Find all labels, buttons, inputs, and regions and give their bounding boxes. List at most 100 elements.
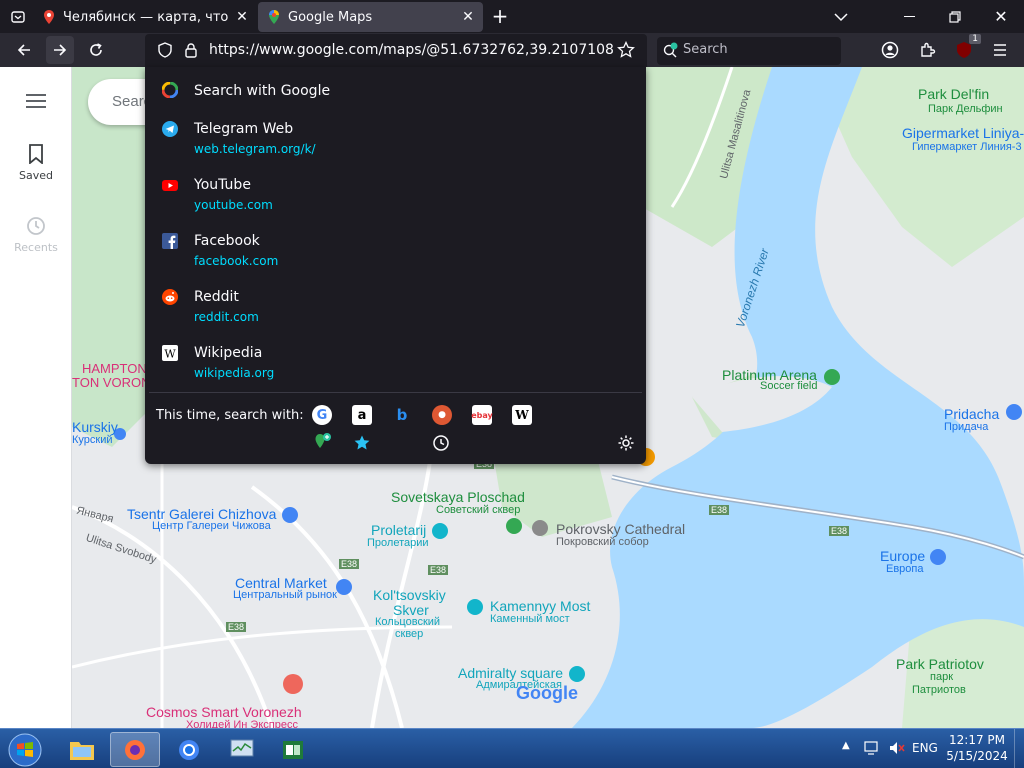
gear-icon [618, 435, 634, 451]
bing-icon: b [396, 406, 408, 424]
url-suggestions-dropdown: Search with Google Telegram Web web.tele… [145, 67, 646, 464]
tab-list-button[interactable] [4, 2, 32, 30]
map-label-hampton[interactable]: HAMPTON [82, 361, 147, 376]
youtube-icon [162, 180, 178, 191]
maps-side-rail: Saved Recents [0, 67, 72, 728]
map-label-cosmos[interactable]: Cosmos Smart Voronezh [146, 704, 302, 720]
hamburger-icon [994, 44, 1006, 56]
engine-ebay-button[interactable]: ebay [471, 405, 493, 425]
volume-muted-icon[interactable] [888, 740, 906, 756]
network-icon[interactable] [864, 740, 882, 756]
map-label-park-patriotov-ru: парк [930, 671, 954, 683]
telegram-icon [162, 121, 178, 137]
lock-icon[interactable] [184, 42, 198, 58]
engine-duckduckgo-button[interactable]: ● [432, 405, 452, 425]
windows-taskbar: ▲ ENG 12:17 PM 5/15/2024 [0, 728, 1024, 768]
search-placeholder: Search [683, 42, 728, 57]
map-label-proletarij[interactable]: Proletarij [371, 522, 426, 538]
search-settings-button[interactable] [616, 433, 636, 453]
maps-menu-button[interactable] [0, 93, 72, 112]
web-search-box[interactable]: Search [657, 37, 841, 65]
suggestion-url: reddit.com [194, 310, 259, 324]
suggestion-url: facebook.com [194, 254, 279, 268]
road-shield-e38: E38 [709, 505, 730, 515]
hamburger-icon [26, 94, 46, 108]
arrow-left-icon [17, 44, 30, 56]
url-input[interactable]: https://www.google.com/maps/@51.6732762,… [209, 42, 615, 58]
engine-amazon-button[interactable]: a [352, 405, 372, 425]
menu-button[interactable] [986, 36, 1014, 64]
map-label-park-patriotov[interactable]: Park Patriotov [896, 656, 984, 672]
url-bar[interactable]: https://www.google.com/maps/@51.6732762,… [145, 34, 647, 67]
clock-time: 12:17 PM [949, 733, 1005, 747]
suggestion-search-with-google[interactable]: Search with Google [145, 67, 646, 113]
recents-button[interactable]: Recents [0, 216, 72, 254]
map-label-park-patriotov-ru-2: Патриотов [912, 684, 966, 696]
suggestion-telegram[interactable]: Telegram Web web.telegram.org/k/ [145, 113, 646, 169]
suggestion-facebook[interactable]: Facebook facebook.com [145, 225, 646, 281]
map-label-sovetskaya[interactable]: Sovetskaya Ploschad [391, 489, 525, 505]
chevron-down-icon [834, 12, 848, 21]
restore-button[interactable] [932, 0, 978, 33]
minimize-button[interactable] [886, 0, 932, 33]
shield-icon[interactable] [157, 42, 173, 58]
tab-google-maps[interactable]: Google Maps ✕ [258, 2, 483, 32]
start-button[interactable] [0, 732, 50, 767]
suggestion-reddit[interactable]: Reddit reddit.com [145, 281, 646, 337]
history-icon [433, 435, 449, 451]
suggestion-wikipedia[interactable]: W Wikipedia wikipedia.org [145, 337, 646, 393]
google-icon: G [316, 407, 328, 423]
tab-close-button[interactable]: ✕ [459, 8, 477, 26]
show-desktop-button[interactable] [1014, 729, 1024, 768]
wikipedia-icon: W [162, 345, 178, 361]
search-history-button[interactable] [431, 433, 451, 453]
map-label-kamennyy[interactable]: Kamennyy Most [490, 598, 590, 614]
taskbar-explorer[interactable] [57, 732, 107, 767]
map-label-pridacha-ru: Придача [944, 421, 989, 433]
google-logo: Google [516, 683, 578, 703]
map-label-koltsovsky[interactable]: Kol'tsovskiy [373, 587, 446, 603]
ublock-button[interactable]: 1 [950, 34, 981, 64]
back-button[interactable] [10, 36, 38, 64]
close-window-button[interactable]: ✕ [978, 0, 1024, 33]
suggestion-youtube[interactable]: YouTube youtube.com [145, 169, 646, 225]
show-hidden-icons-button[interactable]: ▲ [842, 740, 850, 751]
svg-text:W: W [164, 348, 176, 361]
system-clock[interactable]: 12:17 PM 5/15/2024 [944, 732, 1010, 764]
engine-bing-button[interactable]: b [392, 405, 412, 425]
engine-wikipedia-button[interactable]: W [512, 405, 532, 425]
forward-button[interactable] [46, 36, 74, 64]
taskbar-chrome[interactable] [164, 732, 214, 767]
google-maps-icon [269, 10, 279, 24]
suggestion-url: web.telegram.org/k/ [194, 142, 316, 156]
account-button[interactable] [876, 36, 904, 64]
language-indicator[interactable]: ENG [912, 741, 938, 755]
suggestion-url: wikipedia.org [194, 366, 275, 380]
map-label-europe[interactable]: Europe [880, 548, 925, 564]
map-label-park-delfin[interactable]: Park Del'fin [918, 86, 989, 102]
tab-bar: Челябинск — карта, что посмотреть ✕ Goog… [0, 0, 1024, 33]
reload-button[interactable] [82, 36, 110, 64]
puzzle-icon [921, 42, 936, 57]
ublock-badge: 1 [969, 34, 981, 44]
search-bookmarks-button[interactable] [352, 433, 372, 453]
taskbar-task-manager[interactable] [217, 732, 267, 767]
saved-button[interactable]: Saved [0, 144, 72, 182]
recents-label: Recents [14, 241, 58, 254]
taskbar-firefox[interactable] [110, 732, 160, 767]
tab-chelyabinsk[interactable]: Челябинск — карта, что посмотреть ✕ [33, 2, 257, 32]
tab-close-button[interactable]: ✕ [233, 8, 251, 26]
map-label-kursky[interactable]: Kurskiy [72, 419, 118, 435]
map-label-gipermarket[interactable]: Gipermarket Liniya-3 [902, 125, 1024, 141]
new-tab-button[interactable]: + [486, 2, 514, 30]
monitor-chart-icon [230, 739, 254, 756]
add-engine-button[interactable] [312, 432, 332, 452]
bookmark-star-icon[interactable] [617, 41, 635, 59]
engine-google-button[interactable]: G [312, 405, 332, 425]
extensions-button[interactable] [914, 36, 942, 64]
taskbar-app[interactable] [268, 732, 318, 767]
map-label-gipermarket-ru: Гипермаркет Линия-3 [912, 141, 1022, 153]
map-label-pridacha[interactable]: Pridacha [944, 406, 999, 422]
map-label-pokrovsky[interactable]: Pokrovsky Cathedral [556, 521, 685, 537]
list-all-tabs-button[interactable] [818, 0, 864, 33]
